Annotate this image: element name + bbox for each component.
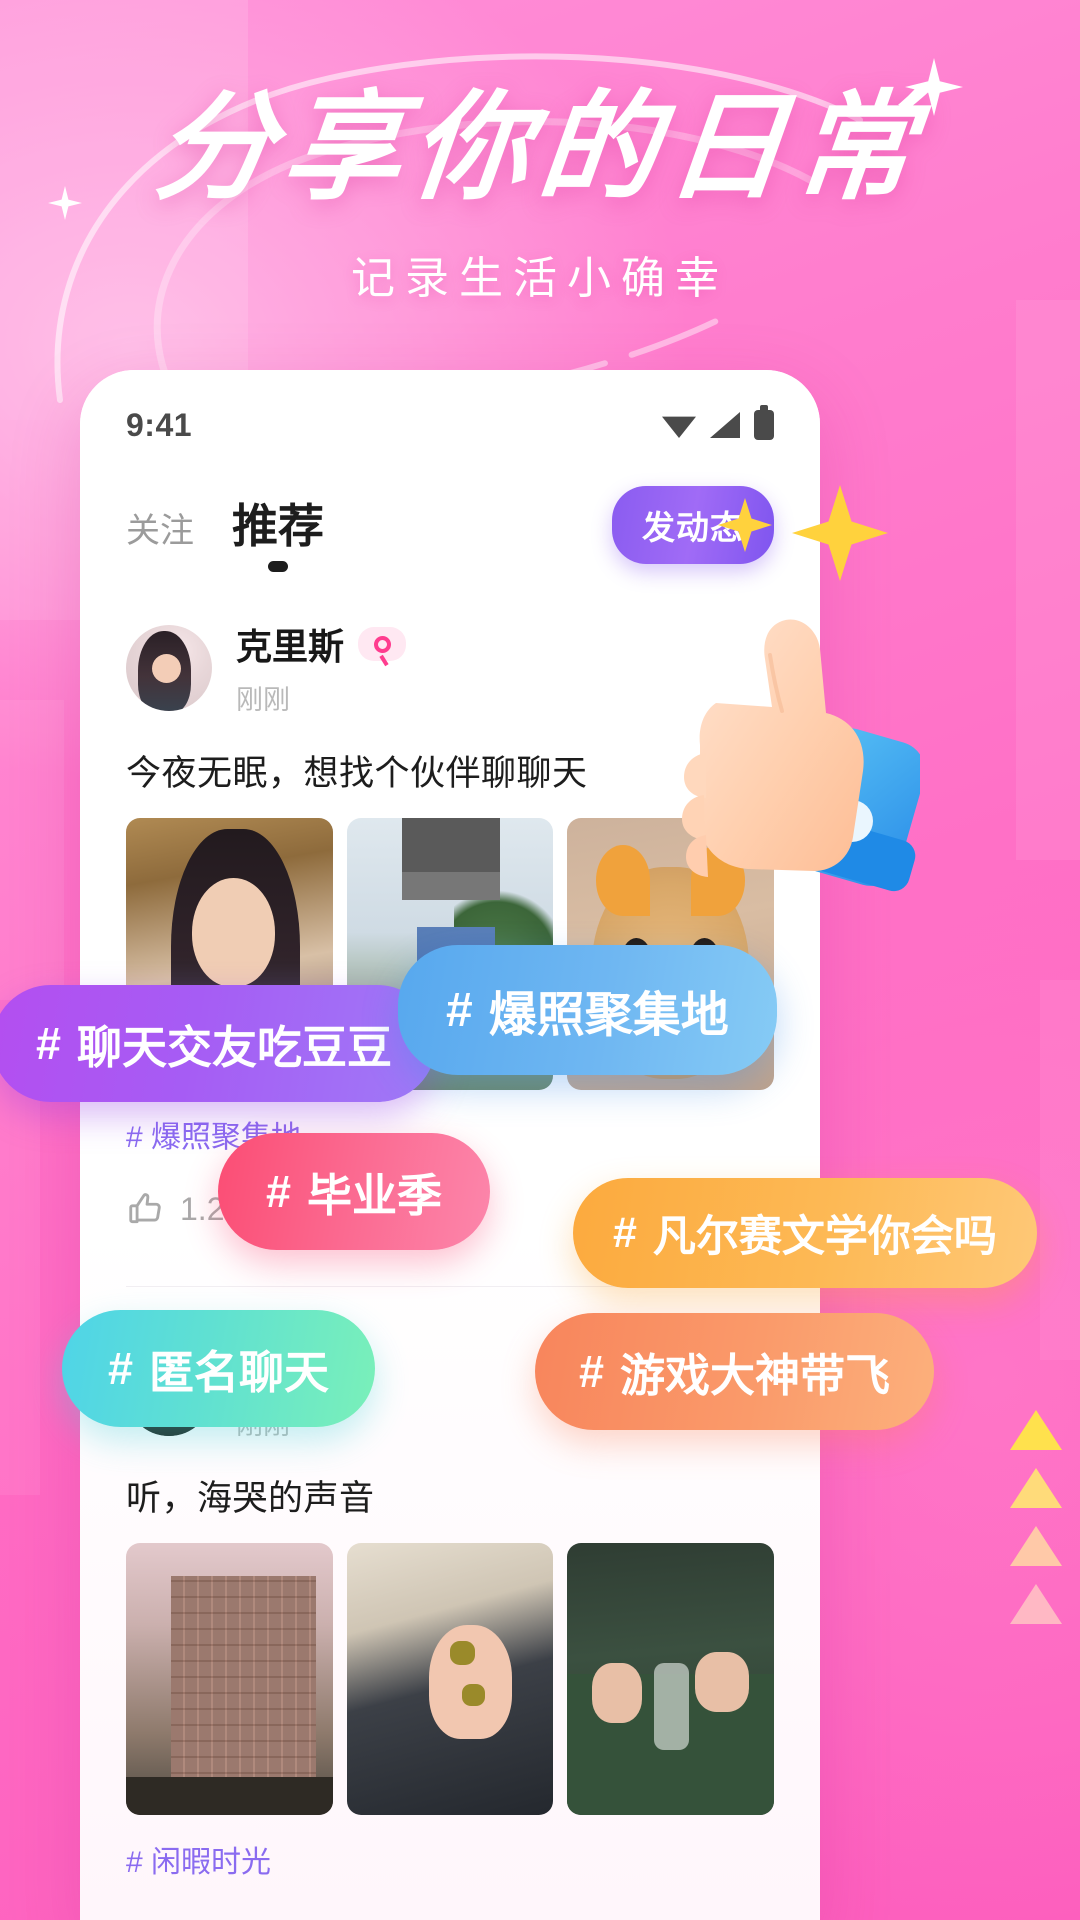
bg-block: [0, 420, 86, 620]
gender-female-icon: [358, 627, 407, 661]
post-image[interactable]: [346, 1543, 554, 1815]
wifi-icon: [662, 416, 696, 438]
floating-tag-label: 毕业季: [307, 1170, 443, 1221]
post-text: 听，海哭的声音: [126, 1479, 375, 1518]
battery-icon: [754, 405, 774, 440]
thumbs-up-icon: [126, 1190, 164, 1228]
hash-symbol: #: [108, 1342, 134, 1394]
page-subtitle: 记录生活小确幸: [351, 252, 729, 304]
post-timestamp: 刚刚: [236, 685, 290, 715]
post-image[interactable]: [567, 1543, 775, 1815]
avatar[interactable]: [126, 624, 212, 711]
tab-recommend[interactable]: 推荐: [232, 490, 324, 562]
bg-block: [0, 700, 64, 1000]
floating-tag-game[interactable]: # 游戏大神带飞: [535, 1313, 935, 1430]
floating-tag-label: 匿名聊天: [149, 1347, 330, 1398]
hero-section: 分享你的日常 记录生活小确幸: [0, 78, 1080, 306]
status-time: 9:41: [126, 406, 193, 443]
bg-block: [0, 1065, 40, 1495]
triangle-decoration: [1010, 1526, 1062, 1566]
post-image[interactable]: [126, 1543, 333, 1815]
author-name[interactable]: 克里斯: [236, 618, 344, 670]
floating-tag-label: 凡尔赛文学你会吗: [652, 1213, 997, 1261]
floating-tag-label: 聊天交友吃豆豆: [77, 1022, 393, 1073]
thumbs-up-graphic: [620, 585, 926, 915]
tab-follow[interactable]: 关注: [126, 503, 194, 562]
tab-bar: 关注 推荐 发动态: [80, 462, 820, 564]
post-image-row: [126, 1543, 775, 1815]
signal-icon: [710, 412, 740, 438]
hash-symbol: #: [446, 983, 473, 1037]
bg-block: [1040, 980, 1080, 1360]
hash-symbol: #: [36, 1017, 62, 1069]
floating-tag-photo[interactable]: # 爆照聚集地: [398, 945, 777, 1075]
floating-tag-chat[interactable]: # 聊天交友吃豆豆: [0, 985, 437, 1102]
floating-tag-label: 爆照聚集地: [488, 989, 729, 1042]
post-hashtag[interactable]: # 闲暇时光: [126, 1837, 774, 1881]
hash-symbol: #: [613, 1208, 637, 1257]
status-bar: 9:41: [80, 370, 820, 462]
floating-tag-label: 游戏大神带飞: [620, 1350, 891, 1401]
triangle-decoration: [1010, 1468, 1062, 1508]
triangle-decoration: [1010, 1410, 1062, 1450]
page-title: 分享你的日常: [148, 78, 932, 216]
floating-tag-anonymous[interactable]: # 匿名聊天: [62, 1310, 376, 1427]
floating-tag-graduation[interactable]: # 毕业季: [218, 1133, 491, 1250]
floating-tag-versailles[interactable]: # 凡尔赛文学你会吗: [573, 1178, 1037, 1288]
status-icons: [662, 405, 774, 440]
triangle-decoration: [1010, 1584, 1062, 1624]
hash-symbol: #: [579, 1345, 605, 1397]
hash-symbol: #: [266, 1165, 292, 1217]
